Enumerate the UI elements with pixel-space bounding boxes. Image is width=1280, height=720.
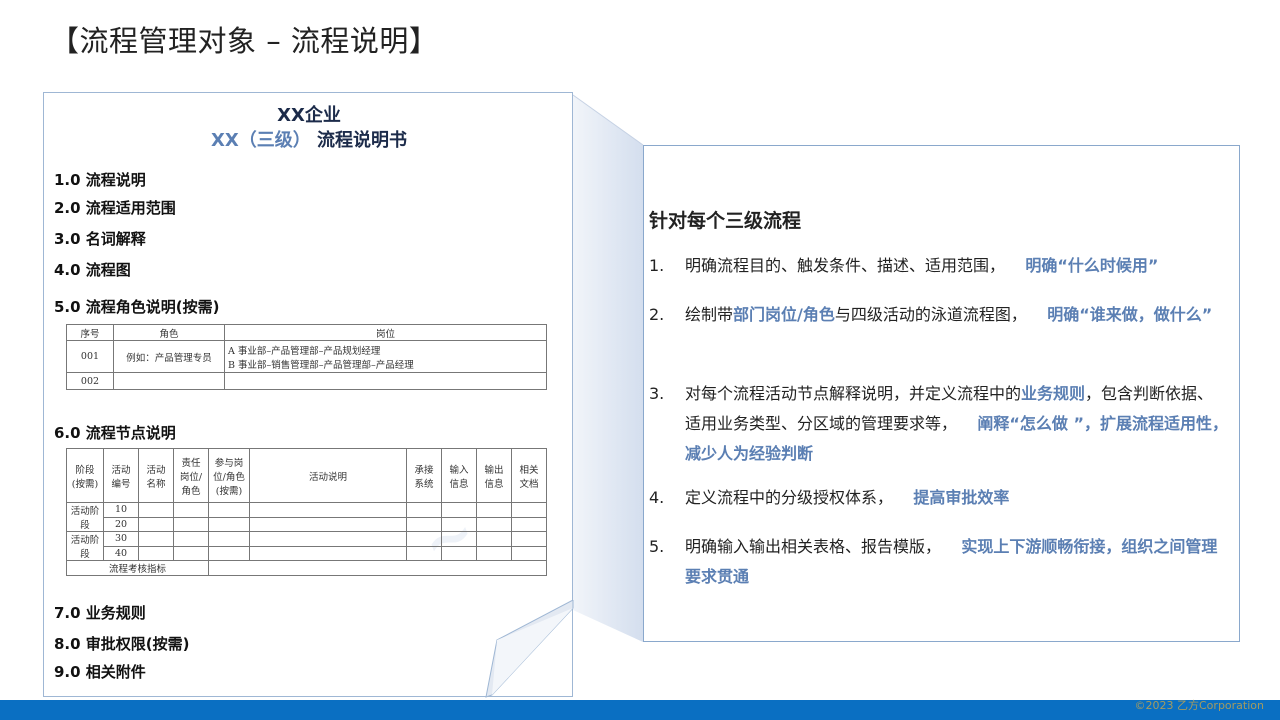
table-row: 40 (67, 545, 547, 561)
item-highlight: 明确“什么时候用” (1025, 256, 1159, 275)
item-text: 明确流程目的、触发条件、描述、适用范围， (685, 256, 1006, 275)
node-number: 40 (103, 545, 139, 561)
item-inline-highlight: 部门岗位/角色 (733, 305, 835, 324)
table-row: 流程考核指标 (66, 560, 547, 576)
role-post-a: A 事业部–产品管理部–产品规划经理 (228, 345, 381, 357)
item-number: 5. (649, 537, 665, 556)
node-header: 阶段(按需) (66, 448, 104, 503)
table-row: 活动阶段 10 (66, 502, 547, 532)
copyright: ©2023 乙方Corporation (1134, 699, 1264, 712)
item-number: 2. (649, 305, 665, 324)
description-panel: 针对每个三级流程 1. 明确流程目的、触发条件、描述、适用范围， 明确“什么时候… (643, 145, 1240, 642)
table-row: 001 例如：产品管理专员 A 事业部–产品管理部–产品规划经理 B 事业部–销… (66, 340, 547, 373)
item-number: 1. (649, 256, 665, 275)
node-header: 输入信息 (441, 448, 477, 503)
section-4: 4.0 流程图 (54, 261, 131, 279)
node-header: 相关文档 (511, 448, 547, 503)
item-number: 3. (649, 384, 665, 403)
item-text: 与四级活动的泳道流程图， (834, 305, 1027, 324)
node-header: 参与岗位/角色(按需) (208, 448, 250, 503)
item-highlight: 提高审批效率 (913, 488, 1010, 507)
table-row: 活动阶段 30 (66, 531, 547, 561)
list-item: 5. 明确输入输出相关表格、报告模版， 实现上下游顺畅衔接，组织之间管理要求贯通 (649, 532, 1229, 592)
role-cell-post (224, 372, 547, 390)
role-cell-post: A 事业部–产品管理部–产品规划经理 B 事业部–销售管理部–产品管理部–产品经… (224, 340, 547, 373)
item-text: 明确输入输出相关表格、报告模版， (685, 537, 942, 556)
section-5: 5.0 流程角色说明(按需) (54, 298, 220, 316)
table-row: 20 (67, 516, 547, 532)
section-8: 8.0 审批权限(按需) (54, 635, 190, 653)
section-7: 7.0 业务规则 (54, 604, 146, 622)
footer-bar (0, 700, 1280, 720)
node-header: 责任岗位/角色 (173, 448, 209, 503)
doc-subtitle: XX（三级） 流程说明书 (44, 126, 574, 152)
panel-heading: 针对每个三级流程 (649, 210, 802, 232)
list-item: 2. 绘制带部门岗位/角色与四级活动的泳道流程图， 明确“谁来做，做什么” (649, 300, 1229, 330)
node-header: 活动名称 (138, 448, 174, 503)
section-6: 6.0 流程节点说明 (54, 424, 176, 442)
section-2: 2.0 流程适用范围 (54, 199, 176, 217)
section-3: 3.0 名词解释 (54, 230, 146, 248)
role-cell-no: 002 (66, 372, 114, 390)
node-header: 活动说明 (249, 448, 407, 503)
list-item: 4. 定义流程中的分级授权体系， 提高审批效率 (649, 483, 1229, 513)
node-header: 输出信息 (476, 448, 512, 503)
node-number: 20 (103, 516, 139, 532)
list-item: 3. 对每个流程活动节点解释说明，并定义流程中的业务规则，包含判断依据、适用业务… (649, 379, 1229, 469)
role-cell-role (113, 372, 225, 390)
item-number: 4. (649, 488, 665, 507)
node-number: 30 (103, 531, 139, 547)
node-stage: 活动阶段 (66, 502, 104, 532)
role-post-b: B 事业部–销售管理部–产品管理部–产品经理 (228, 359, 414, 371)
node-header: 承接系统 (406, 448, 442, 503)
item-text: 定义流程中的分级授权体系， (685, 488, 894, 507)
item-highlight: 明确“谁来做，做什么” (1047, 305, 1213, 324)
role-header-no: 序号 (66, 324, 114, 341)
node-kpi-label: 流程考核指标 (66, 560, 209, 576)
page-curl (485, 600, 574, 698)
node-table: 阶段(按需) 活动编号 活动名称 责任岗位/角色 参与岗位/角色(按需) 活动说… (66, 448, 547, 576)
doc-company: XX企业 (277, 105, 341, 126)
role-cell-no: 001 (66, 340, 114, 373)
role-table: 序号 角色 岗位 001 例如：产品管理专员 A 事业部–产品管理部–产品规划经… (66, 324, 547, 390)
item-inline-highlight: 业务规则 (1021, 384, 1086, 403)
role-header-post: 岗位 (224, 324, 547, 341)
node-header: 活动编号 (103, 448, 139, 503)
section-1: 1.0 流程说明 (54, 171, 146, 189)
role-header-role: 角色 (113, 324, 225, 341)
section-9: 9.0 相关附件 (54, 663, 146, 681)
item-text: 绘制带 (685, 305, 734, 324)
list-item: 1. 明确流程目的、触发条件、描述、适用范围， 明确“什么时候用” (649, 251, 1229, 281)
item-text: 对每个流程活动节点解释说明，并定义流程中的 (685, 384, 1022, 403)
doc-subtitle-rest: 流程说明书 (310, 130, 408, 151)
doc-subtitle-accent: XX（三级） (210, 130, 311, 151)
page-title: 【流程管理对象 – 流程说明】 (50, 24, 439, 58)
node-stage: 活动阶段 (66, 531, 104, 561)
role-cell-role: 例如：产品管理专员 (113, 340, 225, 373)
table-row: 002 (66, 372, 547, 390)
node-number: 10 (103, 502, 139, 518)
